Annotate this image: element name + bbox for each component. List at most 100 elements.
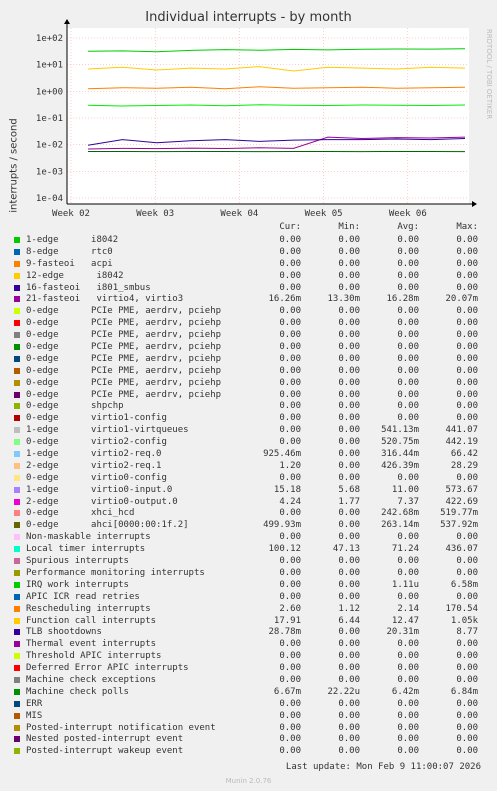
y-tick-label: 1e+01: [36, 61, 63, 71]
legend-min: 0.00: [338, 698, 360, 709]
legend-cur: 0.00: [279, 330, 301, 341]
legend-cur: 4.24: [279, 496, 301, 507]
legend-name: 0-edge shpchp: [26, 401, 124, 412]
legend-avg: 0.00: [397, 734, 419, 745]
legend-min: 0.00: [338, 520, 360, 531]
legend-swatch: [14, 546, 20, 553]
legend-cur: 925.46m: [263, 449, 301, 460]
legend-avg: 263.14m: [381, 520, 419, 531]
legend-swatch: [14, 379, 20, 386]
legend-avg: 0.00: [397, 282, 419, 293]
legend-row: 0-edge shpchp 0.00 0.00 0.00 0.00: [0, 400, 497, 412]
legend-swatch: [14, 296, 20, 303]
legend-max: 0.00: [456, 591, 478, 602]
legend-min: 6.44: [338, 615, 360, 626]
legend-avg: 0.00: [397, 674, 419, 685]
legend-min: 0.00: [338, 579, 360, 590]
legend-avg: 0.00: [397, 698, 419, 709]
legend-row: Posted-interrupt wakeup event 0.00 0.00 0.0…: [0, 745, 497, 757]
legend-swatch: [14, 498, 20, 505]
legend-row: 0-edge virtio0-config 0.00 0.00 0.00 0.00: [0, 472, 497, 484]
legend-swatch: [14, 451, 20, 458]
legend-min: 0.00: [338, 401, 360, 412]
legend-swatch: [14, 605, 20, 612]
legend-cur: 15.18: [273, 484, 301, 495]
legend-name: 8-edge rtc0: [26, 246, 113, 257]
legend-row: IRQ work interrupts 0.00 0.00 1.11u 6.58m: [0, 579, 497, 591]
legend-cur: 0.00: [279, 556, 301, 567]
legend-max: 28.29: [450, 460, 478, 471]
legend-swatch: [14, 665, 20, 672]
legend-swatch: [14, 522, 20, 529]
legend-row: 0-edge virtio2-config 0.00 0.00 520.75m 442.…: [0, 436, 497, 448]
legend-swatch: [14, 569, 20, 576]
legend-name: 1-edge virtio1-virtqueues: [26, 425, 189, 436]
legend-name: Deferred Error APIC interrupts: [26, 663, 189, 674]
legend-cur: 0.00: [279, 270, 301, 281]
legend-swatch: [14, 439, 20, 446]
legend-max: 0.00: [456, 710, 478, 721]
legend-swatch: [14, 534, 20, 541]
legend-max: 0.00: [456, 746, 478, 757]
legend-cur: 1.20: [279, 460, 301, 471]
legend-avg: 0.00: [397, 342, 419, 353]
legend-max: 0.00: [456, 389, 478, 400]
legend-name: Function call interrupts: [26, 615, 157, 626]
legend-name: 21-fasteoi virtio4, virtio3: [26, 294, 184, 305]
x-tick-label: Week 05: [305, 209, 343, 219]
legend-row: 2-edge virtio0-output.0 4.24 1.77 7.37 422.6…: [0, 496, 497, 508]
legend-col-cur: Cur:: [279, 222, 301, 232]
legend-max: 0.00: [456, 353, 478, 364]
chart-plot: 1e+02 1e+01 1e+00 1e-01 1e-02 1e-03 1e-04 Week…: [36, 19, 477, 219]
legend-row: 21-fasteoi virtio4, virtio3 16.26m 13.30m 1…: [0, 293, 497, 305]
legend-row: 1-edge virtio2-req.0 925.46m 0.00 316.44m 66…: [0, 448, 497, 460]
legend-row: 8-edge rtc0 0.00 0.00 0.00 0.00: [0, 246, 497, 258]
legend-min: 0.00: [338, 389, 360, 400]
legend-cur: 2.60: [279, 603, 301, 614]
legend-min: 0.00: [338, 472, 360, 483]
legend-name: Thermal event interrupts: [26, 639, 157, 650]
legend-row: TLB shootdowns 28.78m 0.00 20.31m 8.77: [0, 626, 497, 638]
legend-avg: 0.00: [397, 318, 419, 329]
x-tick-label: Week 06: [389, 209, 427, 219]
legend-max: 0.00: [456, 472, 478, 483]
legend-row: 1-edge virtio1-virtqueues 0.00 0.00 541.13m…: [0, 424, 497, 436]
legend-swatch: [14, 237, 20, 243]
legend-min: 0.00: [338, 639, 360, 650]
legend-min: 47.13: [332, 544, 360, 555]
legend-row: Performance monitoring interrupts 0.00 0.0…: [0, 567, 497, 579]
legend-swatch: [14, 284, 20, 291]
legend-row: Function call interrupts 17.91 6.44 12.47 1.…: [0, 615, 497, 627]
legend-max: 0.00: [456, 698, 478, 709]
y-tick-label: 1e+00: [36, 87, 63, 97]
x-tick-label: Week 03: [136, 209, 174, 219]
legend-max: 0.00: [456, 235, 478, 245]
legend-avg: 316.44m: [381, 449, 419, 460]
legend-avg: 20.31m: [386, 627, 419, 638]
legend-max: 6.58m: [450, 579, 478, 590]
legend-name: 1-edge i8042: [26, 235, 119, 245]
plot-area: [67, 28, 469, 204]
legend-swatch: [14, 724, 20, 731]
legend-avg: 541.13m: [381, 425, 419, 436]
legend-max: 0.00: [456, 306, 478, 317]
legend-cur: 0.00: [279, 674, 301, 685]
legend-avg: 0.00: [397, 330, 419, 341]
legend-name: Posted-interrupt notification event: [26, 722, 216, 733]
legend-avg: 12.47: [391, 615, 419, 626]
legend-max: 0.00: [456, 663, 478, 674]
legend-name: MIS: [26, 710, 43, 721]
legend-cur: 0.00: [279, 318, 301, 329]
legend-row: 0-edge virtio1-config 0.00 0.00 0.00 0.00: [0, 412, 497, 424]
legend-swatch: [14, 248, 20, 255]
legend-max: 0.00: [456, 651, 478, 662]
legend-row: 0-edge PCIe PME, aerdrv, pciehp 0.00 0.00 0…: [0, 317, 497, 329]
last-update: Last update: Mon Feb 9 11:00:07 2026: [285, 762, 481, 772]
legend-row: Deferred Error APIC interrupts 0.00 0.00 0.…: [0, 662, 497, 674]
legend-avg: 0.00: [397, 246, 419, 257]
legend-name: 1-edge virtio0-input.0: [26, 484, 173, 495]
legend-name: 0-edge PCIe PME, aerdrv, pciehp: [26, 306, 222, 317]
legend-cur: 0.00: [279, 246, 301, 257]
legend-cur: 0.00: [279, 342, 301, 353]
legend-min: 0.00: [338, 746, 360, 757]
